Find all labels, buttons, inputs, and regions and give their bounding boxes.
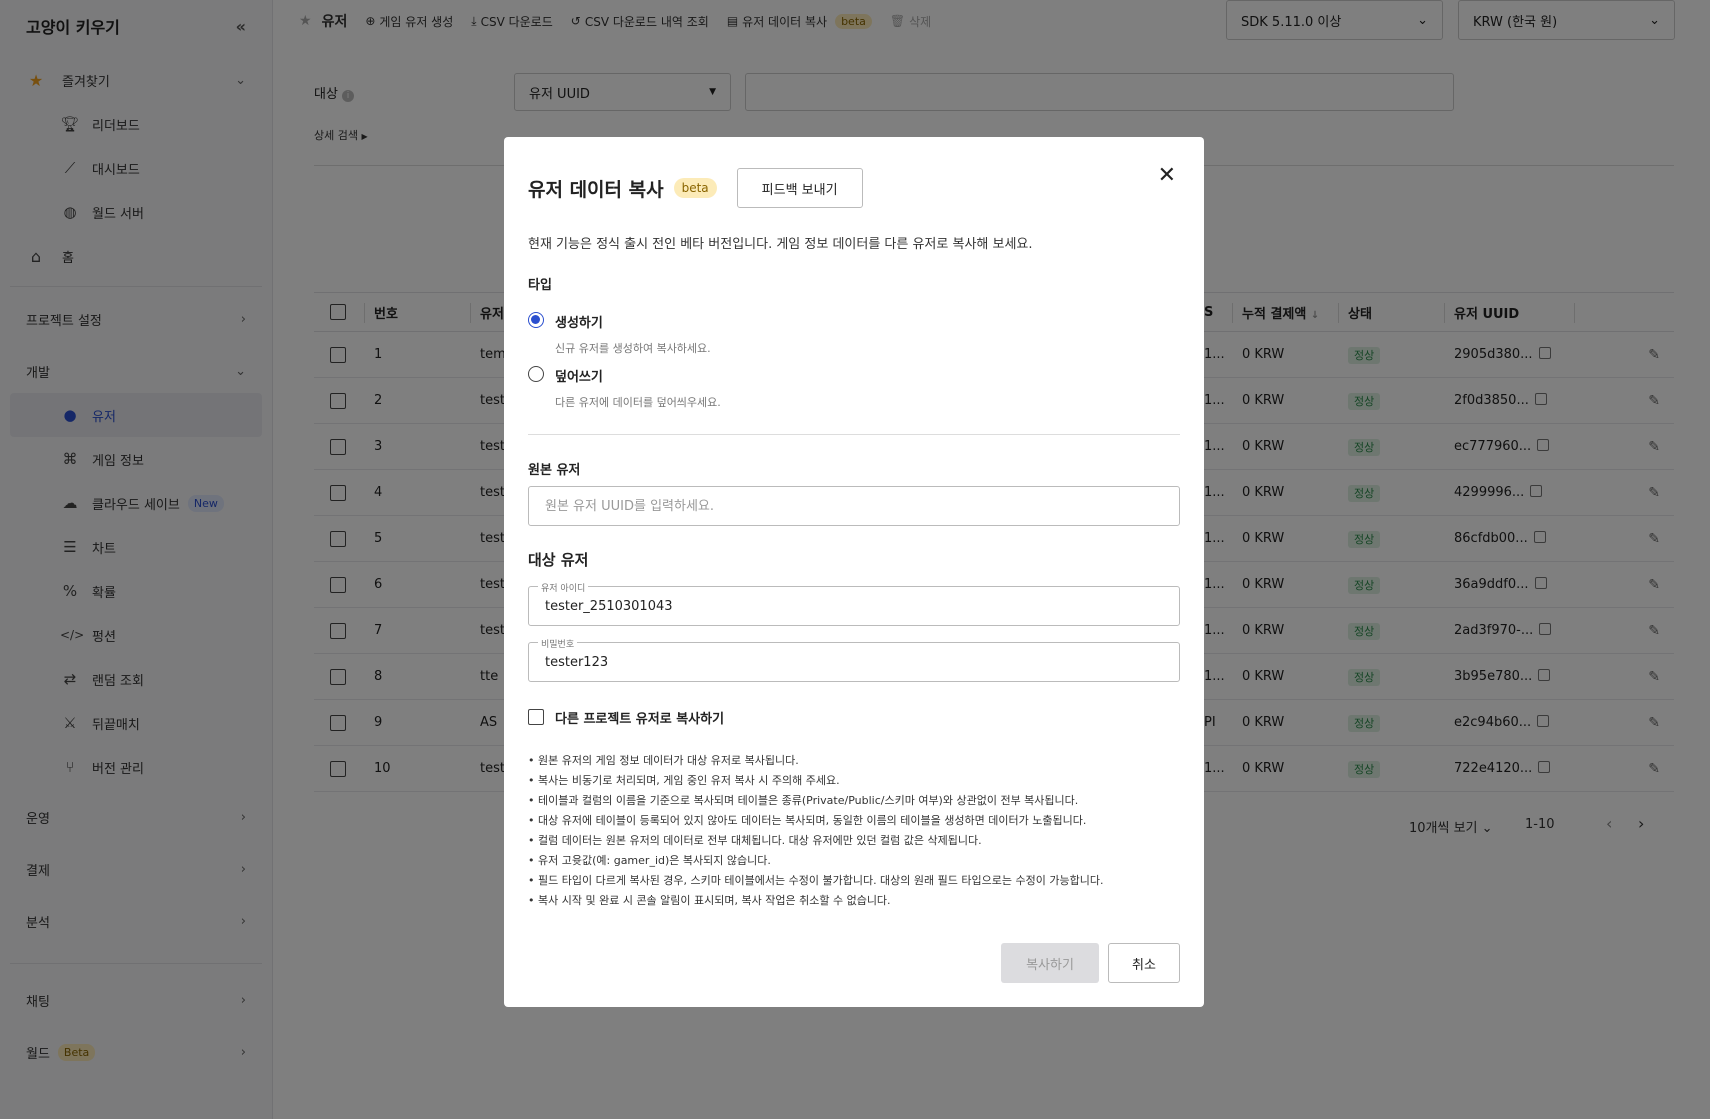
modal-title: 유저 데이터 복사 bbox=[528, 178, 664, 201]
other-project-label[interactable]: 다른 프로젝트 유저로 복사하기 bbox=[555, 708, 724, 727]
radio-create-hint: 신규 유저를 생성하여 복사하세요. bbox=[555, 342, 711, 355]
target-password-input[interactable] bbox=[528, 642, 1180, 682]
note-item: 필드 타입이 다르게 복사된 경우, 스키마 테이블에서는 수정이 불가합니다.… bbox=[528, 871, 1103, 891]
note-item: 유저 고윳값(예: gamer_id)은 복사되지 않습니다. bbox=[528, 851, 1103, 871]
modal-description: 현재 기능은 정식 출시 전인 베타 버전입니다. 게임 정보 데이터를 다른 … bbox=[528, 237, 1033, 252]
modal-divider bbox=[528, 434, 1180, 435]
beta-badge: beta bbox=[673, 178, 717, 198]
notes-list: 원본 유저의 게임 정보 데이터가 대상 유저로 복사됩니다. 복사는 비동기로… bbox=[528, 751, 1103, 911]
radio-overwrite-hint: 다른 유저에 데이터를 덮어씌우세요. bbox=[555, 396, 721, 409]
password-label: 비밀번호 bbox=[538, 637, 578, 650]
source-user-label: 원본 유저 bbox=[528, 463, 581, 478]
radio-overwrite[interactable] bbox=[528, 366, 544, 382]
copy-user-data-modal: 유저 데이터 복사 beta 피드백 보내기 ✕ 현재 기능은 정식 출시 전인… bbox=[504, 137, 1204, 1007]
note-item: 테이블과 컬럼의 이름을 기준으로 복사되며 테이블은 종류(Private/P… bbox=[528, 791, 1103, 811]
radio-create-label[interactable]: 생성하기 bbox=[555, 312, 603, 331]
user-id-label: 유저 아이디 bbox=[538, 581, 589, 594]
source-user-uuid-input[interactable] bbox=[528, 486, 1180, 526]
send-feedback-button[interactable]: 피드백 보내기 bbox=[736, 168, 863, 208]
note-item: 복사 시작 및 완료 시 콘솔 알림이 표시되며, 복사 작업은 취소할 수 없… bbox=[528, 891, 1103, 911]
radio-create[interactable] bbox=[528, 312, 544, 328]
note-item: 원본 유저의 게임 정보 데이터가 대상 유저로 복사됩니다. bbox=[528, 751, 1103, 771]
note-item: 대상 유저에 테이블이 등록되어 있지 않아도 데이터는 복사되며, 동일한 이… bbox=[528, 811, 1103, 831]
other-project-checkbox[interactable] bbox=[528, 709, 544, 725]
type-label: 타입 bbox=[528, 278, 552, 293]
target-user-id-input[interactable] bbox=[528, 586, 1180, 626]
note-item: 복사는 비동기로 처리되며, 게임 중인 유저 복사 시 주의해 주세요. bbox=[528, 771, 1103, 791]
radio-overwrite-label[interactable]: 덮어쓰기 bbox=[555, 366, 603, 385]
close-icon[interactable]: ✕ bbox=[1158, 163, 1176, 188]
modal-header: 유저 데이터 복사 beta 피드백 보내기 bbox=[528, 168, 863, 208]
cancel-button[interactable]: 취소 bbox=[1108, 943, 1180, 983]
target-user-label: 대상 유저 bbox=[528, 551, 589, 569]
copy-button[interactable]: 복사하기 bbox=[1001, 943, 1099, 983]
note-item: 컬럼 데이터는 원본 유저의 데이터로 전부 대체됩니다. 대상 유저에만 있던… bbox=[528, 831, 1103, 851]
